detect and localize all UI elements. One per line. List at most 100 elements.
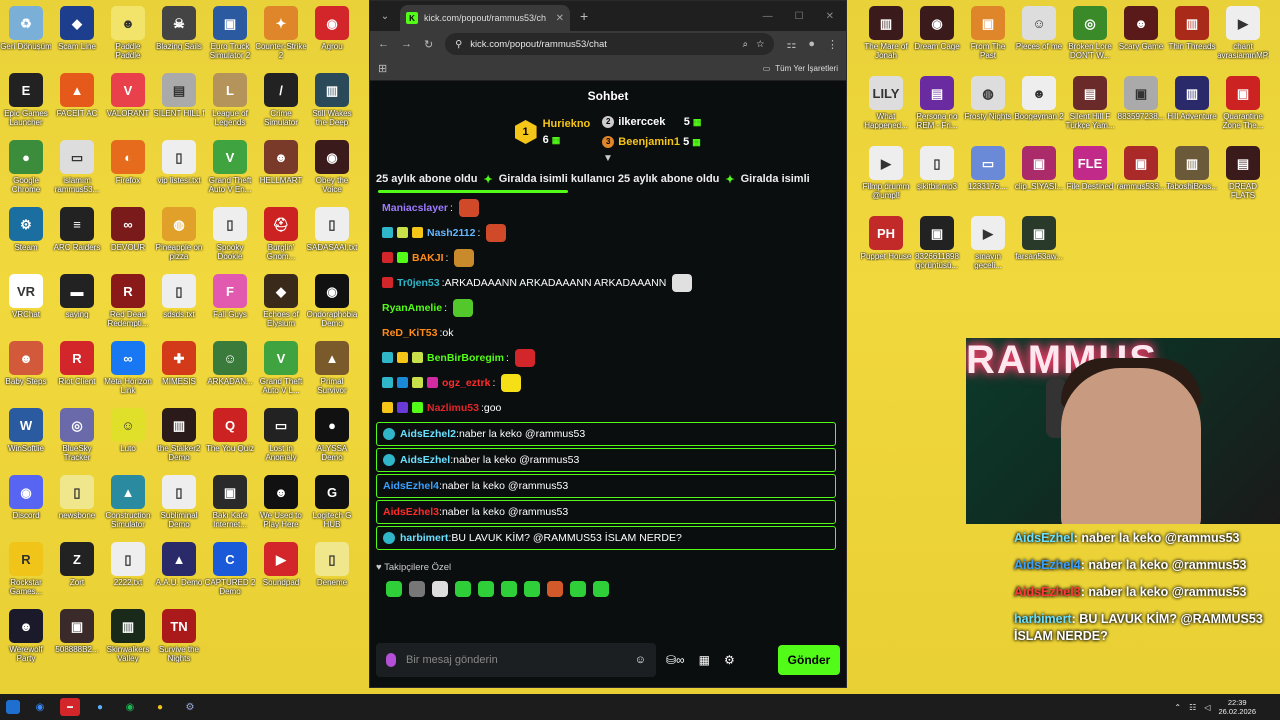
desktop-icon[interactable]: ▲ Construction Simulator xyxy=(102,475,154,529)
desktop-icon[interactable]: ▲ A.A.U. Demo xyxy=(153,542,205,587)
chat-message[interactable]: Nash2112: xyxy=(382,220,836,245)
desktop-icon[interactable]: ◉ Discord xyxy=(0,475,52,520)
desktop-icon[interactable]: ▤ DREAD FLATS xyxy=(1217,146,1269,200)
clock[interactable]: 22:39 26.02.2026 xyxy=(1218,698,1256,716)
leader-third[interactable]: 3 Beenjamin1 5 ▦ xyxy=(602,132,701,152)
desktop-icon[interactable]: ▶ Filmp drumm @umpl! xyxy=(860,146,912,200)
chat-username[interactable]: AidsEzhel2 xyxy=(400,428,456,440)
desktop-icon[interactable]: ▯ 2222.txt xyxy=(102,542,154,587)
close-window-icon[interactable]: ✕ xyxy=(826,11,834,22)
chat-message[interactable]: RyanAmelie: xyxy=(382,295,836,320)
microphone-icon[interactable] xyxy=(386,653,396,667)
desktop-icon[interactable]: ▥ Still Wakes the Deep xyxy=(306,73,358,127)
emote-icon[interactable] xyxy=(547,581,563,597)
desktop-icon[interactable]: ◉ Obey the Voice xyxy=(306,140,358,194)
reload-icon[interactable]: ↻ xyxy=(424,38,433,51)
desktop-icon[interactable]: ▥ the Stalker2 Demo xyxy=(153,408,205,462)
forward-icon[interactable]: → xyxy=(401,38,412,50)
chat-username[interactable]: AidsEzhel3 xyxy=(383,506,439,518)
desktop-icon[interactable]: ☠ Blazing Sails xyxy=(153,6,205,51)
app-taskbar-icon[interactable]: ▬ xyxy=(60,698,80,716)
emote-icon[interactable] xyxy=(409,581,425,597)
desktop-icon[interactable]: ☺ Luto xyxy=(102,408,154,453)
desktop-icon[interactable]: ▣ clip_SIYASI... xyxy=(1013,146,1065,191)
chat-message[interactable]: ReD_KiT53: ok xyxy=(382,320,836,345)
bookmark-star-icon[interactable]: ☆ xyxy=(756,39,765,50)
desktop-icon[interactable]: ◆ Scam Line xyxy=(51,6,103,51)
desktop-icon[interactable]: ▬ saying xyxy=(51,274,103,319)
desktop-icon[interactable]: Z Zort xyxy=(51,542,103,587)
desktop-icon[interactable]: ▤ Persona no REM - Fri... xyxy=(911,76,963,130)
tab-search-icon[interactable]: ⌄ xyxy=(376,7,394,25)
chat-message[interactable]: ogz_eztrk: xyxy=(382,370,836,395)
chat-message[interactable]: Nazlimu53: goo xyxy=(382,395,836,420)
desktop-icon[interactable]: ▯ sdsds.txt xyxy=(153,274,205,319)
chat-username[interactable]: Maniacslayer xyxy=(382,200,448,216)
desktop-icon[interactable]: ▭ Lost in Anomaly xyxy=(255,408,307,462)
desktop-icon[interactable]: LILY What Happened... xyxy=(860,76,912,130)
steam-taskbar-icon[interactable]: ⚙ xyxy=(180,698,200,716)
apps-grid-icon[interactable]: ⊞ xyxy=(378,62,387,75)
desktop-icon[interactable]: ♻ Geri Dönüşüm xyxy=(0,6,52,51)
desktop-icon[interactable]: ▶ Soundpad xyxy=(255,542,307,587)
desktop-icon[interactable]: ▥ Skinwalkers Valley xyxy=(102,609,154,663)
desktop-icon[interactable]: ✚ MIMESIS xyxy=(153,341,205,386)
desktop-icon[interactable]: ▯ Spooky Dookie xyxy=(204,207,256,261)
desktop-icon[interactable]: ▣ Bakı Kafe Internet... xyxy=(204,475,256,529)
chat-message[interactable]: BenBirBoregim: xyxy=(382,345,836,370)
desktop-icon[interactable]: ∞ Meta Horizon Link xyxy=(102,341,154,395)
desktop-icon[interactable]: V Grand Theft Auto V En... xyxy=(204,140,256,194)
desktop-icon[interactable]: ☺ ARKADAN... xyxy=(204,341,256,386)
desktop-icon[interactable]: ▥ TaboshiBoss... xyxy=(1166,146,1218,191)
maximize-icon[interactable]: ☐ xyxy=(795,11,804,22)
chat-username[interactable]: Nazlimu53 xyxy=(427,400,479,416)
desktop-icon[interactable]: ▣ Quarantine Zone The... xyxy=(1217,76,1269,130)
chat-username[interactable]: harbimert xyxy=(400,532,448,544)
menu-icon[interactable]: ⋮ xyxy=(827,38,838,51)
new-tab-icon[interactable]: + xyxy=(580,8,588,24)
desktop-icon[interactable]: ▯ Deneme xyxy=(306,542,358,587)
emote-icon[interactable] xyxy=(386,581,402,597)
chat-message[interactable]: Maniacslayer: xyxy=(382,195,836,220)
desktop-icon[interactable]: ◆ Echoes of Elysium xyxy=(255,274,307,328)
desktop-icon[interactable]: ◉ Ondoraphobia Demo xyxy=(306,274,358,328)
minimize-icon[interactable]: — xyxy=(763,11,773,22)
desktop-icon[interactable]: E Epic Games Launcher xyxy=(0,73,52,127)
desktop-icon[interactable]: ▣ Euro Truck Simulator 2 xyxy=(204,6,256,60)
collapse-leaderboard-icon[interactable]: ▼ xyxy=(370,153,846,165)
desktop-icon[interactable]: F Fall Guys xyxy=(204,274,256,319)
desktop-icon[interactable]: ◎ BlueSky Tracker xyxy=(51,408,103,462)
emote-icon[interactable] xyxy=(570,581,586,597)
desktop-icon[interactable]: R Riot Client xyxy=(51,341,103,386)
chat-message[interactable]: BAKJI: xyxy=(382,245,836,270)
desktop-icon[interactable]: ▭ islamım rammus53... xyxy=(51,140,103,194)
leader-second[interactable]: 2 ilkerccek 5 ▦ xyxy=(602,112,701,132)
desktop-icon[interactable]: / Crime Simulator xyxy=(255,73,307,127)
all-bookmarks[interactable]: ▭ Tüm Yer İşaretleri xyxy=(763,64,838,73)
desktop-icon[interactable]: ◐ Firefox xyxy=(102,140,154,185)
desktop-icon[interactable]: W WinSoftlie xyxy=(0,408,52,453)
send-button[interactable]: Gönder xyxy=(778,645,840,675)
desktop-icon[interactable]: ☻ Werewolf Party xyxy=(0,609,52,663)
emote-icon[interactable] xyxy=(501,581,517,597)
chat-username[interactable]: AidsEzhel xyxy=(400,454,450,466)
chat-username[interactable]: RyanAmelie xyxy=(382,300,442,316)
windows-start-icon[interactable] xyxy=(6,700,20,714)
desktop-icon[interactable]: VR VRChat xyxy=(0,274,52,319)
desktop-icon[interactable]: ▣ 883597238... xyxy=(1115,76,1167,121)
desktop-icon[interactable]: G Logitech G HUB xyxy=(306,475,358,529)
desktop-icon[interactable]: ▤ SILENT HILL f xyxy=(153,73,205,118)
desktop-icon[interactable]: PH Puppet House xyxy=(860,216,912,261)
browser-tab[interactable]: K kick.com/popout/rammus53/ch ✕ xyxy=(400,5,570,31)
extensions-icon[interactable]: ⚏ xyxy=(786,38,796,51)
desktop-icon[interactable]: ▥ Thin Threads xyxy=(1166,6,1218,51)
highlighted-message[interactable]: harbimert: BU LAVUK KİM? @RAMMUS53 İSLAM… xyxy=(376,526,836,550)
desktop-icon[interactable]: ≡ ARC Raiders xyxy=(51,207,103,252)
gift-store-icon[interactable]: ▦ xyxy=(699,653,710,667)
desktop-icon[interactable]: ▯ Subliminal Demo xyxy=(153,475,205,529)
highlighted-message[interactable]: AidsEzhel4: naber la keko @rammus53 xyxy=(376,474,836,498)
chat-username[interactable]: Nash2112 xyxy=(427,225,475,241)
desktop-icon[interactable]: ☻ Paddle Paddle xyxy=(102,6,154,60)
desktop-icon[interactable]: FLE File Destined xyxy=(1064,146,1116,191)
url-field[interactable]: ⚲ kick.com/popout/rammus53/chat ⌕ ☆ xyxy=(445,33,775,55)
